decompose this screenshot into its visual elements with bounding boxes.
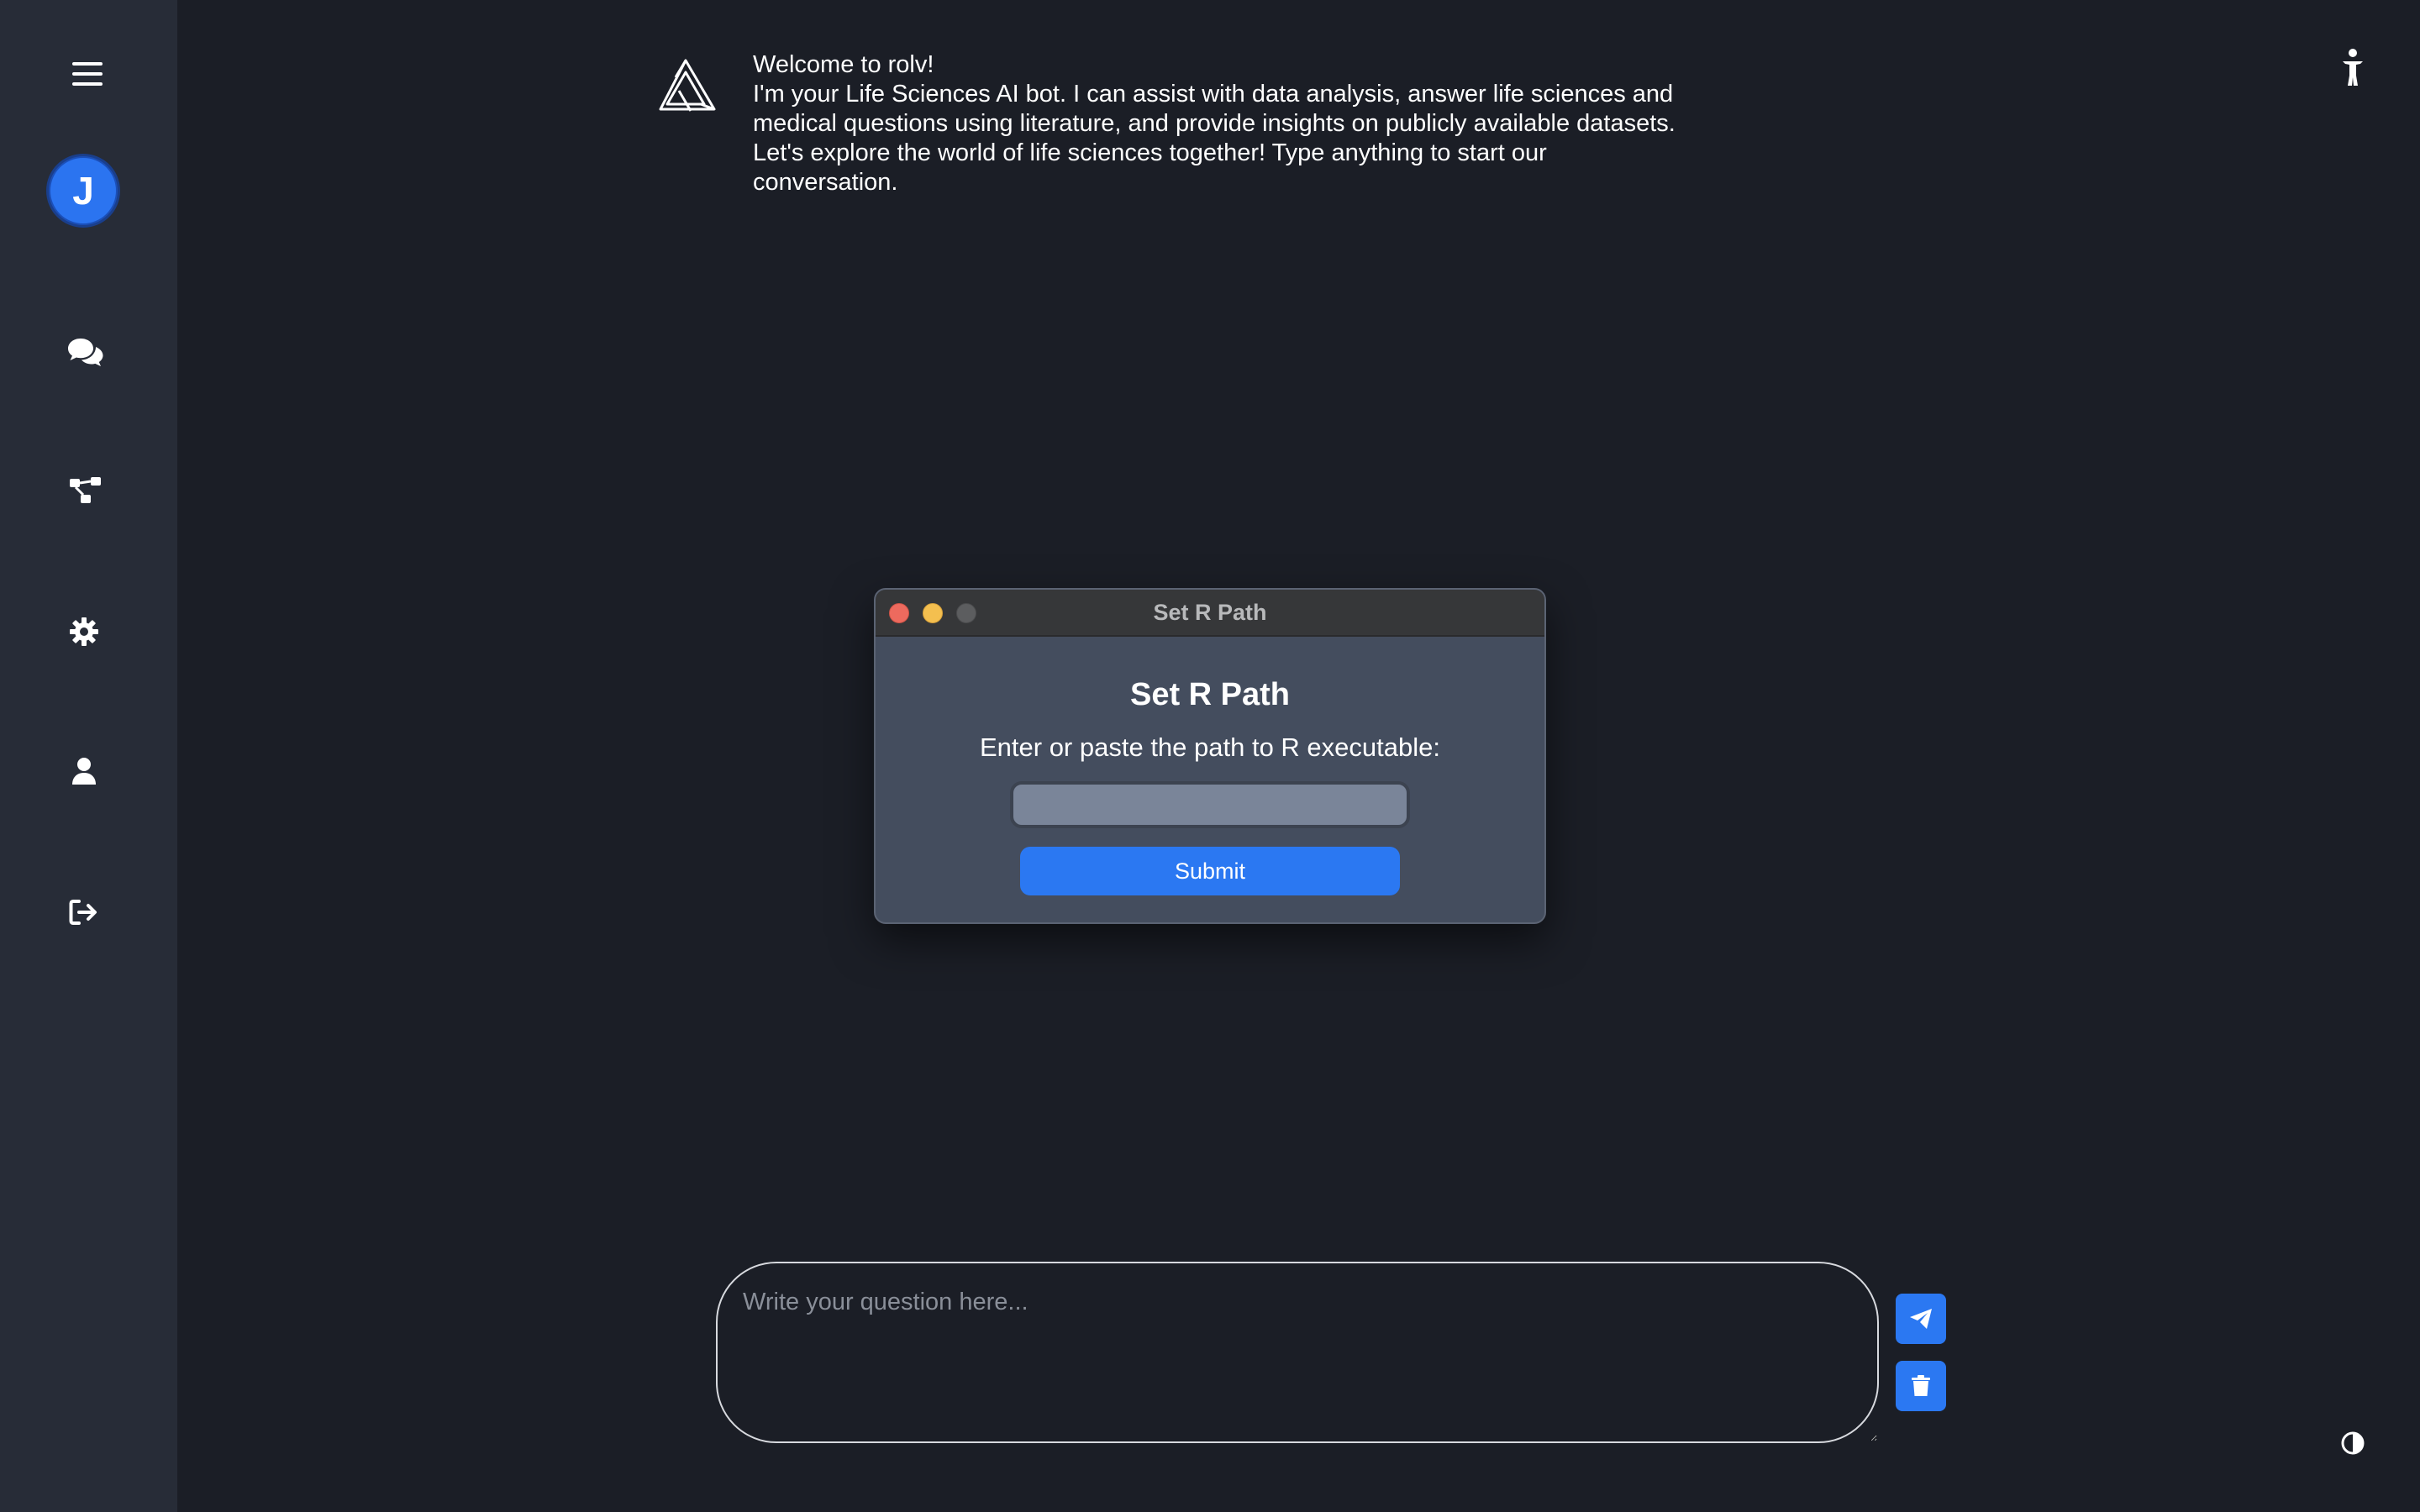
clear-chat-button[interactable] <box>1896 1361 1946 1411</box>
gear-icon[interactable] <box>64 612 104 652</box>
question-input[interactable] <box>716 1262 1879 1443</box>
trash-icon <box>1912 1375 1930 1396</box>
welcome-title: Welcome to rolv! <box>753 51 934 78</box>
menu-icon[interactable] <box>67 59 108 89</box>
submit-button[interactable]: Submit <box>1020 847 1400 895</box>
accessibility-icon[interactable] <box>2336 47 2370 89</box>
avatar[interactable]: J <box>49 156 118 225</box>
send-icon <box>1910 1309 1932 1329</box>
avatar-initial: J <box>72 169 94 213</box>
set-r-path-dialog: Set R Path Set R Path Enter or paste the… <box>874 588 1546 924</box>
user-icon[interactable] <box>64 751 104 791</box>
logout-icon[interactable] <box>64 892 104 932</box>
welcome-body: I'm your Life Sciences AI bot. I can ass… <box>753 81 1676 196</box>
contrast-toggle-icon[interactable] <box>2339 1430 2366 1457</box>
chat-icon[interactable] <box>66 333 106 373</box>
sidebar: J <box>0 0 177 1512</box>
bot-logo-icon <box>657 57 718 114</box>
send-button[interactable] <box>1896 1294 1946 1344</box>
workflow-icon[interactable] <box>66 470 106 511</box>
dialog-prompt: Enter or paste the path to R executable: <box>979 732 1440 762</box>
dialog-window-title: Set R Path <box>1153 600 1267 625</box>
welcome-message: Welcome to rolv! I'm your Life Sciences … <box>753 50 1694 197</box>
r-path-input[interactable] <box>1010 781 1410 828</box>
dialog-heading: Set R Path <box>1129 677 1291 712</box>
